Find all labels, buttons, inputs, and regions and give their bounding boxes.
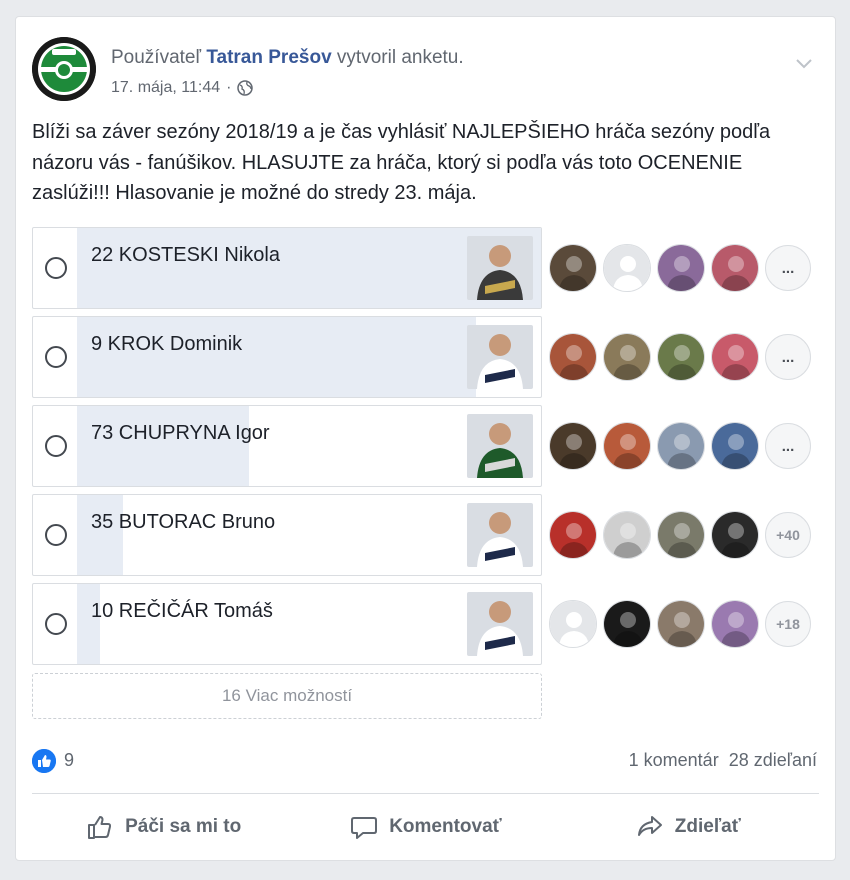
voter-avatars: +40	[549, 511, 811, 559]
voter-avatar[interactable]	[549, 600, 597, 648]
post-card: Používateľ Tatran Prešov vytvoril anketu…	[15, 16, 836, 861]
voter-avatars: ...	[549, 422, 811, 470]
voter-avatars: ...	[549, 333, 811, 381]
voter-avatars: +18	[549, 600, 811, 648]
share-icon	[637, 816, 662, 836]
comment-icon	[351, 817, 378, 839]
author-prefix: Používateľ	[111, 47, 202, 68]
chevron-down-icon[interactable]	[795, 57, 813, 69]
player-photo	[467, 236, 533, 300]
poll-option-label: 10 REČIČÁR Tomáš	[91, 600, 273, 622]
divider	[32, 793, 819, 794]
globe-icon	[237, 80, 254, 96]
action-bar: Páči sa mi to Komentovať Zdieľať	[32, 803, 819, 851]
thumbs-up-icon	[88, 816, 112, 839]
more-voters-button[interactable]: ...	[765, 334, 811, 380]
voter-avatar[interactable]	[711, 244, 759, 292]
more-voters-button[interactable]: +40	[765, 512, 811, 558]
poll-option-label: 73 CHUPRYNA Igor	[91, 422, 270, 444]
voter-avatar[interactable]	[711, 511, 759, 559]
post-meta: 17. mája, 11:44 ·	[111, 79, 254, 97]
voter-avatar[interactable]	[603, 244, 651, 292]
poll-option-row: 9 KROK Dominik...	[32, 316, 822, 398]
vote-share-bar	[77, 406, 249, 486]
voter-avatar[interactable]	[711, 600, 759, 648]
poll-option-label: 22 KOSTESKI Nikola	[91, 244, 280, 266]
comment-count[interactable]: 1 komentár	[629, 750, 719, 771]
vote-share-bar	[77, 495, 123, 575]
share-count[interactable]: 28 zdieľaní	[729, 750, 817, 771]
poll-option[interactable]: 9 KROK Dominik	[32, 316, 542, 398]
more-voters-button[interactable]: ...	[765, 245, 811, 291]
engagement-counts: 1 komentár 28 zdieľaní	[629, 750, 817, 771]
poll-option-row: 22 KOSTESKI Nikola...	[32, 227, 822, 309]
vote-share-bar	[77, 584, 100, 664]
voter-avatar[interactable]	[549, 511, 597, 559]
poll-option[interactable]: 10 REČIČÁR Tomáš	[32, 583, 542, 665]
voter-avatar[interactable]	[657, 511, 705, 559]
comment-label: Komentovať	[389, 816, 502, 837]
share-button[interactable]: Zdieľať	[557, 803, 819, 851]
radio-cell	[33, 228, 77, 308]
like-reaction-icon[interactable]	[32, 749, 56, 773]
player-photo	[467, 503, 533, 567]
author-action: vytvoril anketu.	[336, 47, 464, 68]
voter-avatar[interactable]	[711, 333, 759, 381]
poll-option[interactable]: 35 BUTORAC Bruno	[32, 494, 542, 576]
voter-avatar[interactable]	[657, 600, 705, 648]
voter-avatars: ...	[549, 244, 811, 292]
share-label: Zdieľať	[674, 816, 741, 837]
page-name-link[interactable]: Tatran Prešov	[206, 47, 331, 68]
poll-radio-button[interactable]	[45, 346, 67, 368]
poll-option[interactable]: 73 CHUPRYNA Igor	[32, 405, 542, 487]
voter-avatar[interactable]	[711, 422, 759, 470]
post-header: Používateľ Tatran Prešov vytvoril anketu…	[32, 37, 819, 103]
voter-avatar[interactable]	[603, 333, 651, 381]
voter-avatar[interactable]	[657, 422, 705, 470]
player-photo	[467, 325, 533, 389]
voter-avatar[interactable]	[549, 244, 597, 292]
more-voters-button[interactable]: +18	[765, 601, 811, 647]
poll-option-row: 10 REČIČÁR Tomáš +18	[32, 583, 822, 665]
post-author-line: Používateľ Tatran Prešov vytvoril anketu…	[111, 47, 464, 69]
vote-share-bar	[77, 317, 476, 397]
poll-option[interactable]: 22 KOSTESKI Nikola	[32, 227, 542, 309]
voter-avatar[interactable]	[603, 422, 651, 470]
poll-radio-button[interactable]	[45, 524, 67, 546]
poll-option-label: 35 BUTORAC Bruno	[91, 511, 276, 533]
more-options-button[interactable]: 16 Viac možností	[32, 673, 542, 719]
voter-avatar[interactable]	[549, 333, 597, 381]
poll-radio-button[interactable]	[45, 257, 67, 279]
poll-option-row: 35 BUTORAC Bruno +40	[32, 494, 822, 576]
poll-option-row: 73 CHUPRYNA Igor...	[32, 405, 822, 487]
radio-cell	[33, 317, 77, 397]
voter-avatar[interactable]	[657, 244, 705, 292]
player-photo	[467, 592, 533, 656]
comment-button[interactable]: Komentovať	[294, 803, 556, 851]
voter-avatar[interactable]	[603, 511, 651, 559]
like-count[interactable]: 9	[64, 750, 74, 771]
radio-cell	[33, 406, 77, 486]
player-photo	[467, 414, 533, 478]
meta-separator: ·	[226, 79, 232, 96]
page-avatar[interactable]	[32, 37, 96, 101]
post-timestamp[interactable]: 17. mája, 11:44	[111, 79, 220, 97]
more-voters-button[interactable]: ...	[765, 423, 811, 469]
radio-cell	[33, 584, 77, 664]
poll-option-label: 9 KROK Dominik	[91, 333, 243, 355]
like-button[interactable]: Páči sa mi to	[32, 803, 294, 851]
voter-avatar[interactable]	[549, 422, 597, 470]
club-logo-icon	[32, 37, 96, 101]
voter-avatar[interactable]	[657, 333, 705, 381]
post-stats: 9 1 komentár 28 zdieľaní	[32, 747, 817, 775]
poll-radio-button[interactable]	[45, 613, 67, 635]
poll-radio-button[interactable]	[45, 435, 67, 457]
radio-cell	[33, 495, 77, 575]
like-label: Páči sa mi to	[125, 816, 242, 837]
voter-avatar[interactable]	[603, 600, 651, 648]
post-text: Blíži sa záver sezóny 2018/19 a je čas v…	[32, 121, 771, 204]
